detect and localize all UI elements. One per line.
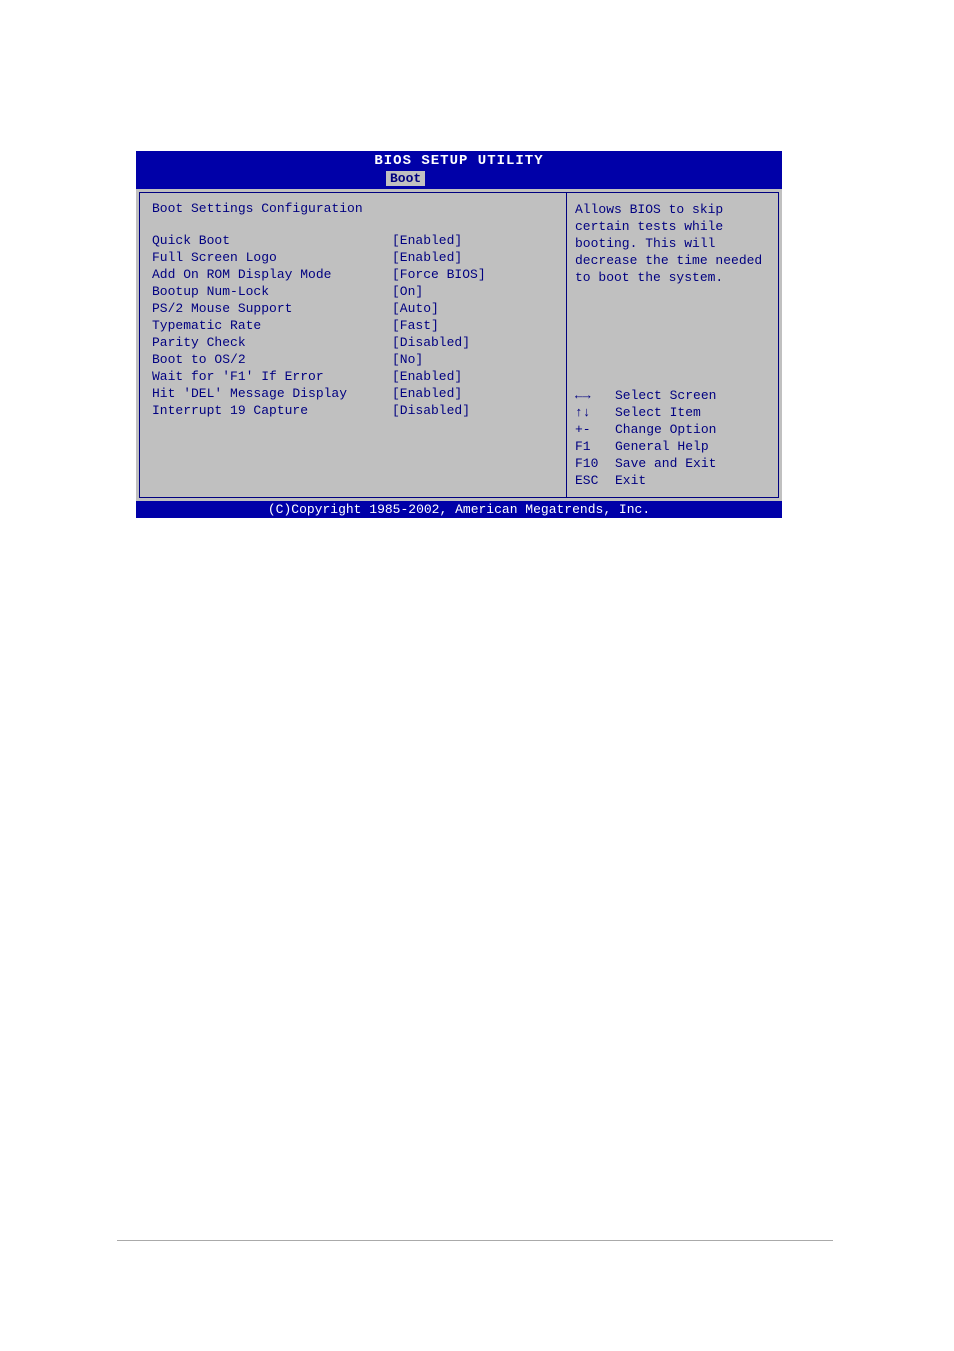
setting-value: [Enabled] <box>392 368 462 385</box>
setting-value: [Fast] <box>392 317 439 334</box>
key-action: Exit <box>615 472 646 489</box>
bios-window: BIOS SETUP UTILITY Boot Boot Settings Co… <box>136 151 782 518</box>
setting-value: [Force BIOS] <box>392 266 486 283</box>
f10-key: F10 <box>575 455 615 472</box>
tab-bar: Boot <box>136 169 782 189</box>
key-action: Select Screen <box>615 387 716 404</box>
title-bar: BIOS SETUP UTILITY <box>136 151 782 169</box>
setting-full-screen-logo[interactable]: Full Screen Logo [Enabled] <box>152 249 554 266</box>
key-action: General Help <box>615 438 709 455</box>
setting-typematic-rate[interactable]: Typematic Rate [Fast] <box>152 317 554 334</box>
arrows-ud-icon: ↑↓ <box>575 404 615 421</box>
key-exit: ESC Exit <box>575 472 770 489</box>
tab-boot[interactable]: Boot <box>386 171 425 186</box>
setting-label: Hit 'DEL' Message Display <box>152 385 392 402</box>
setting-wait-f1[interactable]: Wait for 'F1' If Error [Enabled] <box>152 368 554 385</box>
key-save-exit: F10 Save and Exit <box>575 455 770 472</box>
setting-boot-to-os2[interactable]: Boot to OS/2 [No] <box>152 351 554 368</box>
esc-key: ESC <box>575 472 615 489</box>
setting-add-on-rom[interactable]: Add On ROM Display Mode [Force BIOS] <box>152 266 554 283</box>
f1-key: F1 <box>575 438 615 455</box>
setting-hit-del[interactable]: Hit 'DEL' Message Display [Enabled] <box>152 385 554 402</box>
setting-label: Full Screen Logo <box>152 249 392 266</box>
key-select-item: ↑↓ Select Item <box>575 404 770 421</box>
setting-label: Bootup Num-Lock <box>152 283 392 300</box>
content-area: Boot Settings Configuration Quick Boot [… <box>136 189 782 501</box>
setting-value: [Disabled] <box>392 334 470 351</box>
title-text: BIOS SETUP UTILITY <box>374 153 543 169</box>
footer-text: (C)Copyright 1985-2002, American Megatre… <box>268 502 650 517</box>
setting-ps2-mouse[interactable]: PS/2 Mouse Support [Auto] <box>152 300 554 317</box>
key-change-option: +- Change Option <box>575 421 770 438</box>
setting-quick-boot[interactable]: Quick Boot [Enabled] <box>152 232 554 249</box>
setting-label: PS/2 Mouse Support <box>152 300 392 317</box>
setting-label: Wait for 'F1' If Error <box>152 368 392 385</box>
key-select-screen: ←→ Select Screen <box>575 387 770 404</box>
section-title: Boot Settings Configuration <box>152 201 554 216</box>
settings-panel: Boot Settings Configuration Quick Boot [… <box>139 192 566 498</box>
setting-label: Add On ROM Display Mode <box>152 266 392 283</box>
divider <box>117 1240 833 1241</box>
footer: (C)Copyright 1985-2002, American Megatre… <box>136 501 782 518</box>
setting-parity-check[interactable]: Parity Check [Disabled] <box>152 334 554 351</box>
setting-value: [No] <box>392 351 423 368</box>
setting-value: [On] <box>392 283 423 300</box>
setting-value: [Auto] <box>392 300 439 317</box>
setting-interrupt-19[interactable]: Interrupt 19 Capture [Disabled] <box>152 402 554 419</box>
key-action: Select Item <box>615 404 701 421</box>
setting-value: [Disabled] <box>392 402 470 419</box>
setting-label: Interrupt 19 Capture <box>152 402 392 419</box>
help-panel: Allows BIOS to skip certain tests while … <box>566 192 779 498</box>
setting-label: Parity Check <box>152 334 392 351</box>
plus-minus-icon: +- <box>575 421 615 438</box>
help-text: Allows BIOS to skip certain tests while … <box>575 201 770 286</box>
key-action: Change Option <box>615 421 716 438</box>
setting-value: [Enabled] <box>392 385 462 402</box>
key-general-help: F1 General Help <box>575 438 770 455</box>
setting-label: Quick Boot <box>152 232 392 249</box>
setting-value: [Enabled] <box>392 232 462 249</box>
setting-label: Typematic Rate <box>152 317 392 334</box>
setting-label: Boot to OS/2 <box>152 351 392 368</box>
setting-bootup-numlock[interactable]: Bootup Num-Lock [On] <box>152 283 554 300</box>
key-hints: ←→ Select Screen ↑↓ Select Item +- Chang… <box>575 387 770 489</box>
arrows-lr-icon: ←→ <box>575 387 615 404</box>
key-action: Save and Exit <box>615 455 716 472</box>
setting-value: [Enabled] <box>392 249 462 266</box>
